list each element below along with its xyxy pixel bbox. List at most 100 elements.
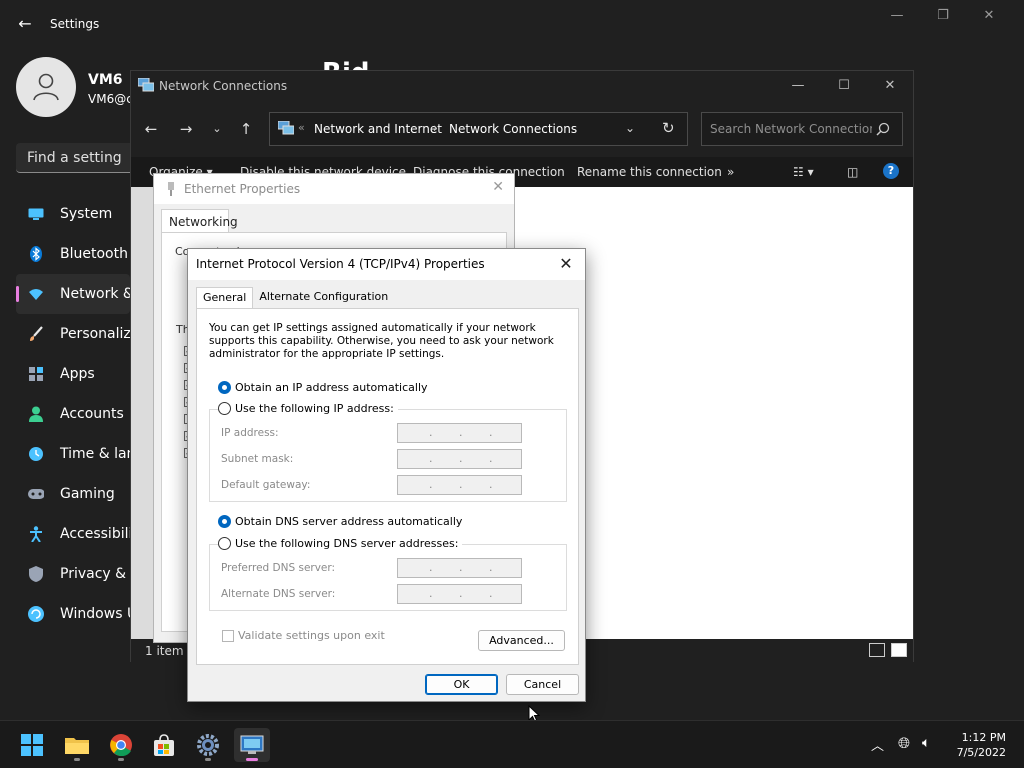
network-globe-icon[interactable]: 🌐︎	[898, 734, 910, 752]
nav-item-label: Accounts	[60, 406, 124, 422]
obtain-ip-auto-radio[interactable]: Obtain an IP address automatically	[218, 381, 432, 394]
nav-item-accounts[interactable]: Accounts	[16, 394, 130, 434]
volume-icon[interactable]: 🔈︎	[922, 735, 930, 751]
nav-item-label: System	[60, 206, 113, 222]
network-connections-icon	[138, 78, 154, 92]
nav-item-personalization[interactable]: Personaliza	[16, 314, 130, 354]
running-indicator	[205, 758, 211, 761]
title-bar[interactable]: Ethernet Properties ✕	[154, 174, 514, 204]
ip-address-label: IP address:	[221, 427, 279, 439]
checkbox-label: Validate settings upon exit	[238, 629, 385, 642]
start-button[interactable]	[14, 728, 50, 762]
ok-button[interactable]: OK	[425, 674, 498, 695]
use-following-ip-radio[interactable]: Use the following IP address:	[218, 402, 398, 415]
search-icon	[876, 122, 890, 136]
restore-icon[interactable]: ❐	[920, 6, 966, 26]
address-bar[interactable]: « Network and Internet › Network Connect…	[269, 112, 688, 146]
cancel-button[interactable]: Cancel	[506, 674, 579, 695]
breadcrumb-separator-icon[interactable]: ›	[433, 121, 438, 135]
details-view-icon[interactable]	[869, 643, 885, 657]
advanced-button[interactable]: Advanced...	[478, 630, 565, 651]
show-hidden-icons-chevron-icon[interactable]: ︿	[871, 735, 884, 754]
selection-indicator	[16, 286, 19, 302]
radio-selected-icon	[218, 381, 231, 394]
chrome-icon	[110, 734, 132, 756]
taskbar-file-explorer[interactable]	[59, 728, 95, 762]
minimize-icon[interactable]: —	[775, 71, 821, 101]
help-icon[interactable]: ?	[883, 163, 899, 179]
large-icons-view-icon[interactable]	[891, 643, 907, 657]
search-box[interactable]	[701, 112, 903, 146]
close-icon[interactable]: ✕	[492, 179, 504, 195]
alternate-dns-label: Alternate DNS server:	[221, 588, 336, 600]
nav-item-network[interactable]: Network &	[16, 274, 130, 314]
obtain-dns-auto-radio[interactable]: Obtain DNS server address automatically	[218, 515, 467, 528]
folder-icon	[65, 738, 89, 754]
tab-alternate-configuration[interactable]: Alternate Configuration	[253, 287, 394, 309]
up-arrow-icon[interactable]: ↑	[235, 117, 257, 141]
preview-pane-icon[interactable]: ◫	[847, 165, 858, 179]
maximize-icon[interactable]: ☐	[821, 71, 867, 101]
back-arrow-icon[interactable]: ←	[140, 117, 162, 141]
radio-selected-icon	[218, 515, 231, 528]
radio-label: Use the following DNS server addresses:	[235, 537, 459, 550]
default-gateway-field[interactable]: ...	[397, 475, 522, 495]
nav-item-system[interactable]: System	[16, 194, 130, 234]
nav-item-label: Apps	[60, 366, 95, 382]
preferred-dns-field[interactable]: ...	[397, 558, 522, 578]
title-bar[interactable]: Internet Protocol Version 4 (TCP/IPv4) P…	[188, 249, 585, 280]
search-input[interactable]	[702, 113, 872, 145]
running-indicator	[74, 758, 80, 761]
breadcrumb-network-connections[interactable]: Network Connections	[449, 122, 577, 136]
refresh-icon[interactable]: ↻	[662, 119, 675, 137]
ip-address-field[interactable]: ...	[397, 423, 522, 443]
breadcrumb-network-internet[interactable]: Network and Internet	[314, 122, 442, 136]
running-indicator	[246, 758, 258, 761]
validate-settings-checkbox[interactable]: Validate settings upon exit	[222, 629, 385, 642]
nav-item-gaming[interactable]: Gaming	[16, 474, 130, 514]
subnet-mask-field[interactable]: ...	[397, 449, 522, 469]
radio-label: Use the following IP address:	[235, 402, 394, 415]
close-icon[interactable]: ✕	[555, 253, 577, 275]
window-controls: — ☐ ✕	[775, 71, 913, 101]
close-icon[interactable]: ✕	[867, 71, 913, 101]
forward-arrow-icon[interactable]: →	[175, 117, 197, 141]
tab-networking[interactable]: Networking	[161, 209, 238, 233]
more-commands-button[interactable]: »	[727, 165, 734, 179]
user-name: VM6	[88, 72, 123, 88]
dialog-title: Internet Protocol Version 4 (TCP/IPv4) P…	[196, 257, 485, 271]
general-panel: You can get IP settings assigned automat…	[196, 308, 579, 665]
system-clock[interactable]: 1:12 PM 7/5/2022	[957, 730, 1006, 760]
avatar[interactable]	[16, 57, 76, 117]
change-view-icon[interactable]: ☷ ▾	[793, 165, 814, 179]
apps-icon	[28, 366, 44, 382]
find-setting-input[interactable]: Find a setting	[16, 143, 136, 173]
recent-locations-chevron-icon[interactable]: ⌄	[206, 117, 228, 141]
nav-item-apps[interactable]: Apps	[16, 354, 130, 394]
nav-item-time-language[interactable]: Time & lang	[16, 434, 130, 474]
nav-item-bluetooth[interactable]: Bluetooth &	[16, 234, 130, 274]
rename-connection-button[interactable]: Rename this connection	[577, 165, 722, 179]
alternate-dns-field[interactable]: ...	[397, 584, 522, 604]
monitor-icon	[28, 206, 44, 222]
tab-general[interactable]: General	[196, 287, 254, 310]
taskbar-network-connections[interactable]	[234, 728, 270, 762]
close-icon[interactable]: ✕	[966, 6, 1012, 26]
address-row: ← → ⌄ ↑ « Network and Internet › Network…	[131, 109, 913, 149]
taskbar-chrome[interactable]	[103, 728, 139, 762]
gear-icon	[197, 734, 219, 756]
minimize-icon[interactable]: —	[874, 6, 920, 26]
nav-item-accessibility[interactable]: Accessibility	[16, 514, 130, 554]
breadcrumb-overflow-icon[interactable]: «	[298, 121, 305, 134]
title-bar[interactable]: Network Connections — ☐ ✕	[131, 71, 913, 101]
address-dropdown-icon[interactable]: ⌄	[625, 121, 635, 135]
shield-icon	[28, 566, 44, 582]
back-arrow-icon[interactable]: ←	[14, 12, 36, 36]
taskbar-settings[interactable]	[190, 728, 226, 762]
use-following-dns-radio[interactable]: Use the following DNS server addresses:	[218, 537, 463, 550]
nav-item-windows-update[interactable]: Windows U	[16, 594, 130, 634]
taskbar-store[interactable]	[146, 728, 182, 762]
brush-icon	[28, 326, 44, 342]
person-avatar-icon	[33, 73, 59, 101]
nav-item-privacy[interactable]: Privacy & se	[16, 554, 130, 594]
